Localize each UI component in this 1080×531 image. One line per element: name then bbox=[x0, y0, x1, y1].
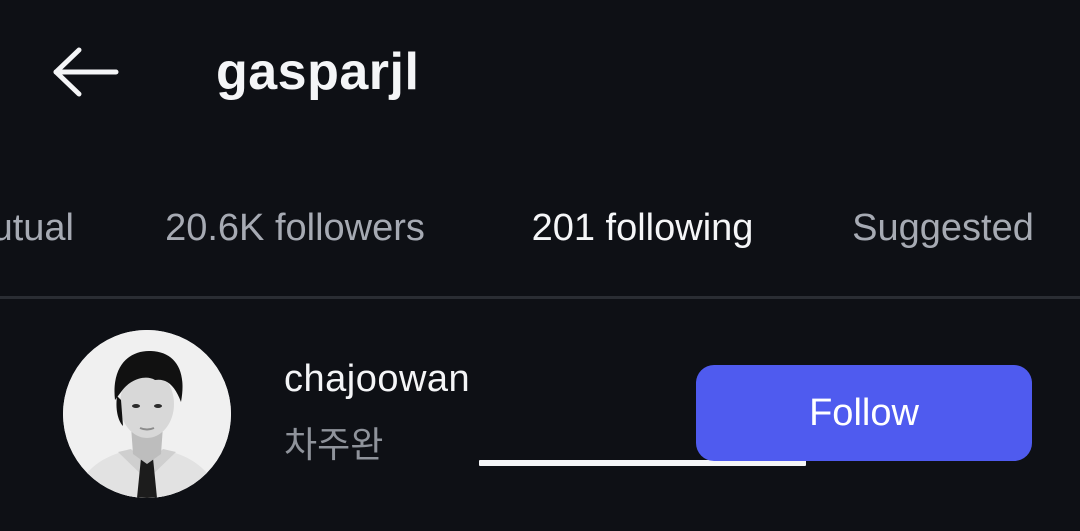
tab-following-label: 201 following bbox=[531, 207, 754, 249]
tab-mutual[interactable]: utual bbox=[0, 170, 74, 296]
tab-suggested-label: Suggested bbox=[852, 207, 1034, 249]
username[interactable]: chajoowan bbox=[284, 358, 470, 401]
profile-photo bbox=[63, 330, 231, 498]
tab-followers-label: 20.6K followers bbox=[165, 207, 425, 249]
tab-suggested[interactable]: Suggested bbox=[826, 170, 1060, 296]
user-fullname: 차주완 bbox=[284, 424, 384, 465]
tab-followers[interactable]: 20.6K followers bbox=[130, 170, 460, 296]
avatar[interactable] bbox=[63, 330, 231, 498]
tab-following[interactable]: 201 following bbox=[479, 170, 806, 296]
tabs-divider bbox=[0, 296, 1080, 299]
arrow-left-icon bbox=[53, 47, 119, 97]
back-button[interactable] bbox=[40, 36, 130, 108]
list-item[interactable]: chajoowan 차주완 Follow bbox=[0, 320, 1080, 510]
tab-mutual-label: utual bbox=[0, 207, 74, 249]
page-title: gasparjl bbox=[216, 43, 420, 101]
top-app-bar: gasparjl bbox=[0, 0, 1080, 150]
follow-button[interactable]: Follow bbox=[696, 365, 1032, 461]
tab-bar: utual 20.6K followers 201 following Sugg… bbox=[0, 170, 1080, 466]
